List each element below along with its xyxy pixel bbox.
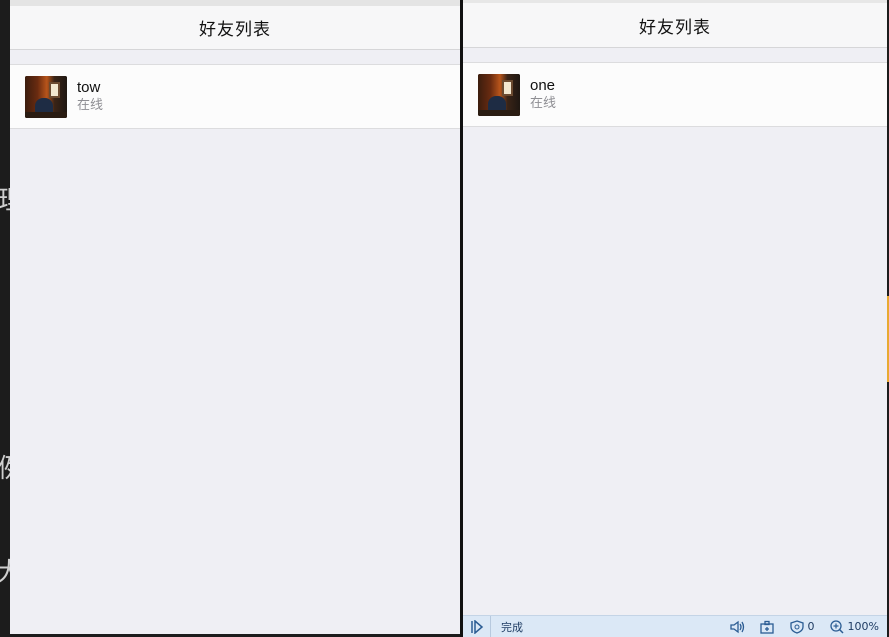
friend-list-item[interactable]: one 在线: [463, 63, 887, 126]
browser-status-bar: 完成 0 100%: [463, 615, 887, 637]
status-text: 完成: [501, 620, 523, 634]
toolbox-icon[interactable]: [759, 620, 775, 634]
speaker-icon[interactable]: [729, 620, 745, 634]
tracking-shield-icon[interactable]: 0: [789, 619, 815, 634]
zoom-control[interactable]: 100%: [829, 619, 879, 634]
friend-status: 在线: [530, 96, 557, 111]
navigation-bar: 好友列表: [463, 3, 887, 48]
friend-list: one 在线: [463, 62, 887, 127]
right-app-window: 好友列表 one 在线 完成 0 100%: [463, 0, 887, 637]
page-title: 好友列表: [639, 17, 711, 38]
friend-status: 在线: [77, 98, 104, 113]
avatar: [25, 75, 67, 118]
zoom-level: 100%: [847, 620, 879, 633]
tracking-count: 0: [807, 620, 815, 633]
avatar: [478, 73, 520, 116]
friend-list-item[interactable]: tow 在线: [10, 65, 460, 128]
friend-name: one: [530, 77, 556, 94]
left-app-window: 好友列表 tow 在线: [10, 0, 460, 634]
zoom-icon: [829, 619, 844, 634]
navigation-bar: 好友列表: [10, 6, 460, 50]
page-title: 好友列表: [199, 20, 271, 40]
friend-name: tow: [77, 79, 101, 96]
friend-list: tow 在线: [10, 64, 460, 129]
play-icon[interactable]: [463, 616, 491, 637]
